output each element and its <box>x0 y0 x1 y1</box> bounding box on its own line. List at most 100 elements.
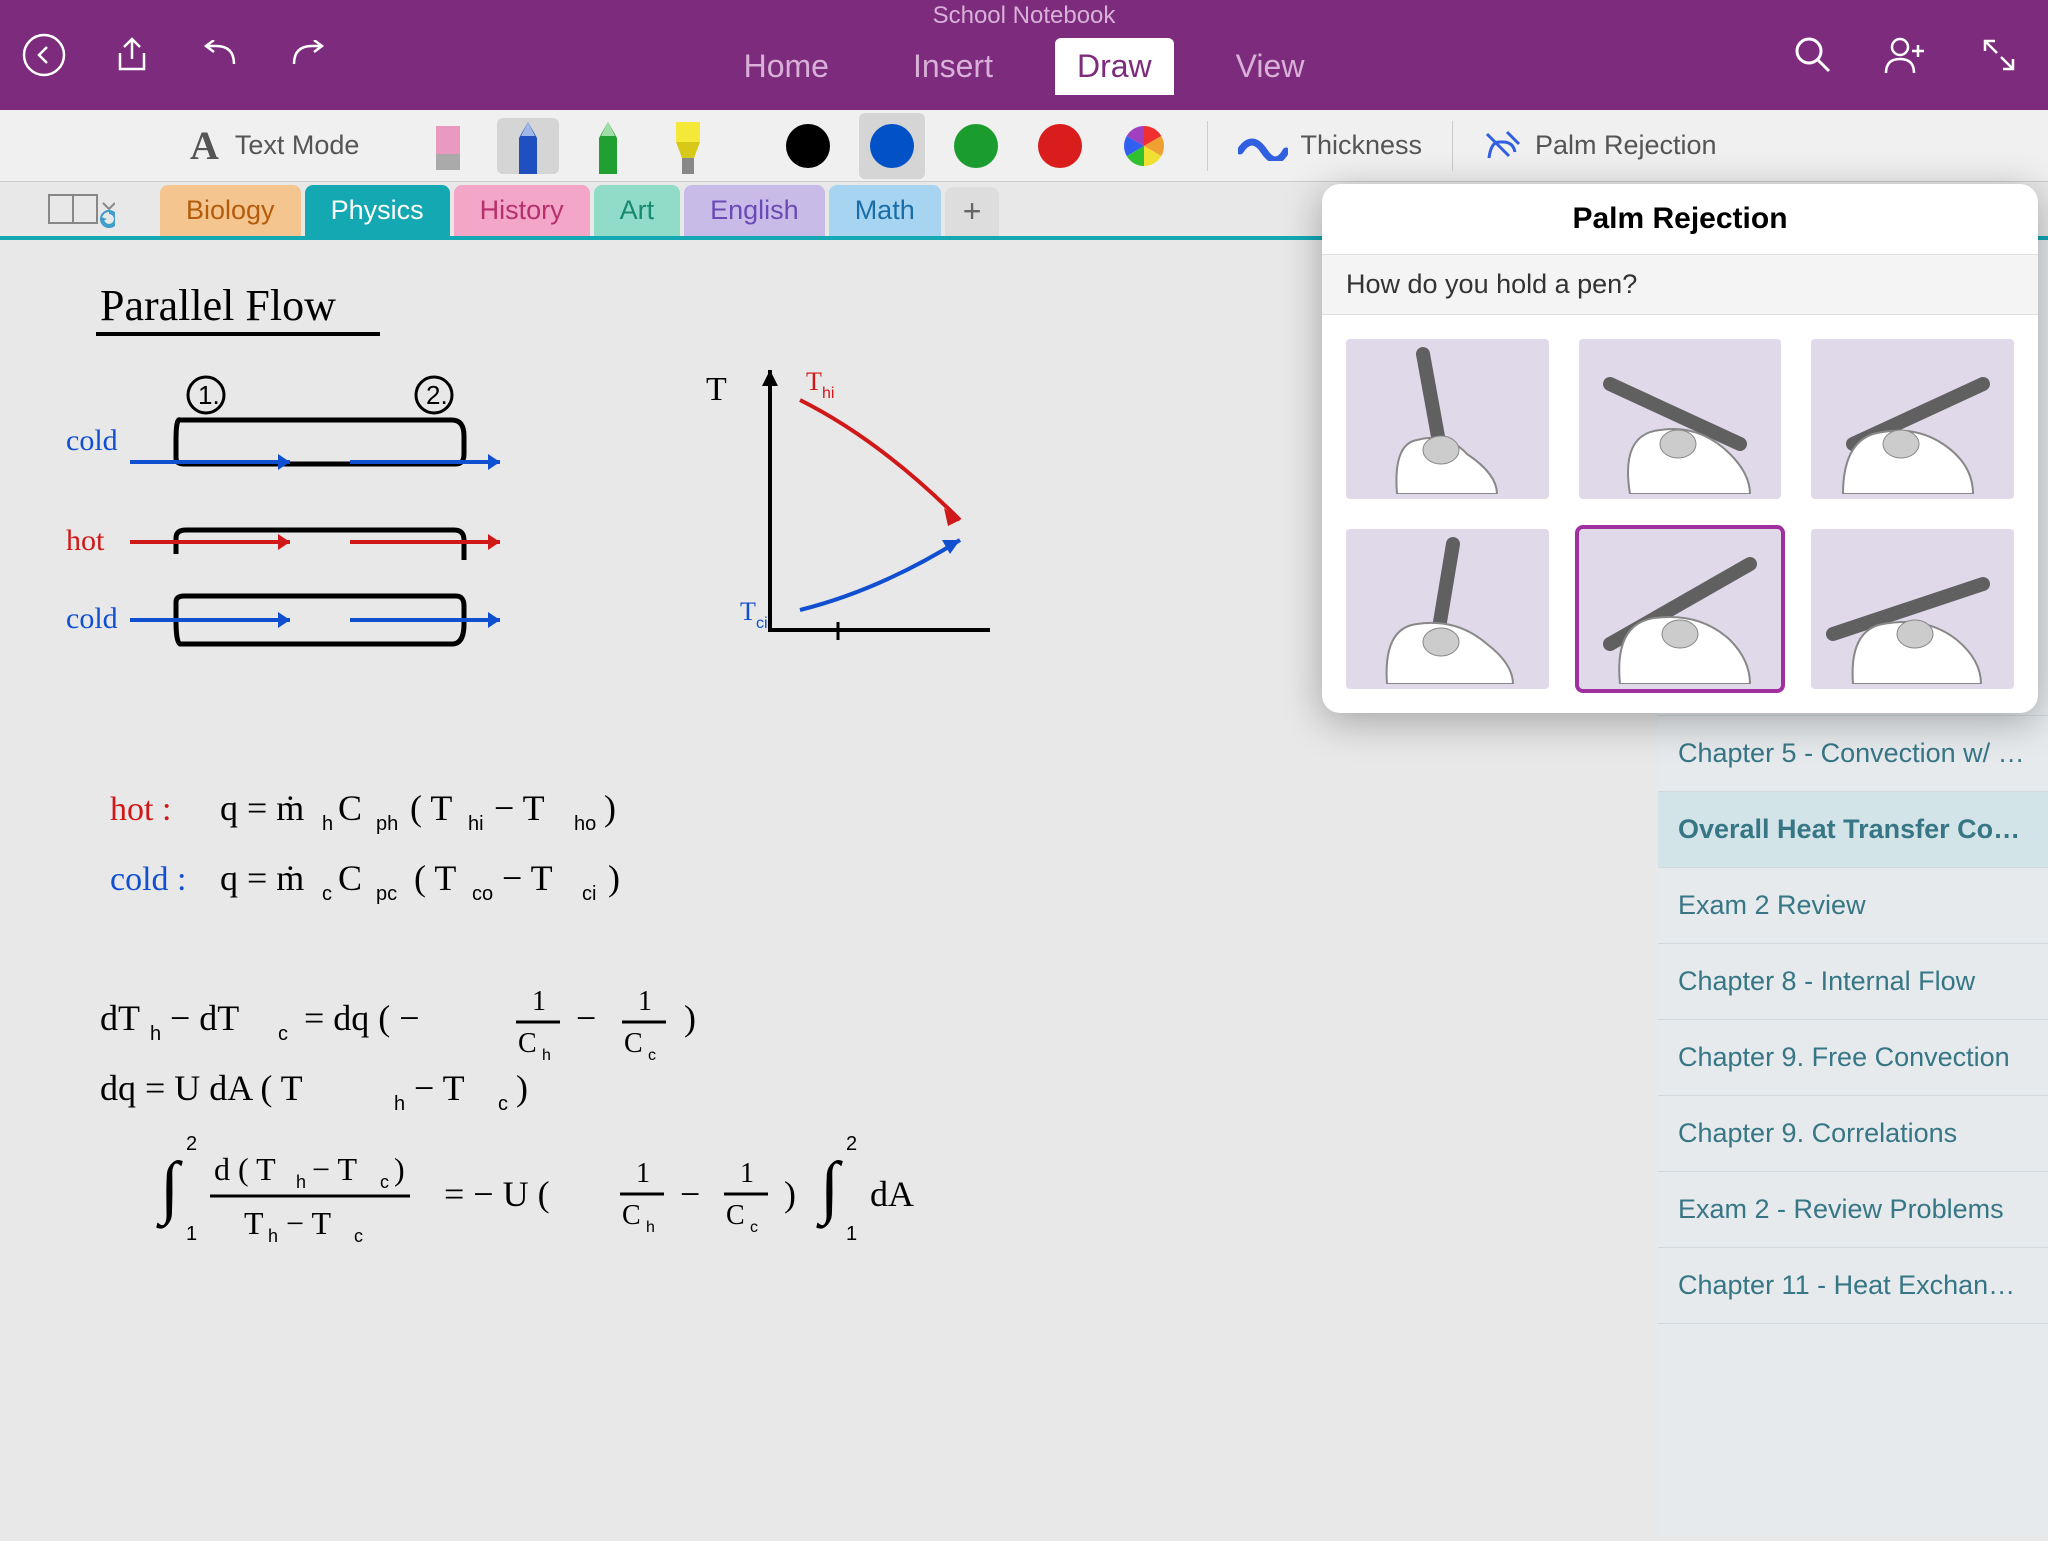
palm-label: Palm Rejection <box>1535 130 1717 161</box>
section-physics[interactable]: Physics <box>305 185 450 236</box>
add-person-icon[interactable] <box>1882 31 1930 79</box>
svg-text:c: c <box>354 1226 363 1246</box>
svg-text:h: h <box>150 1023 161 1045</box>
color-black[interactable] <box>786 124 830 168</box>
svg-text:): ) <box>784 1174 796 1214</box>
section-tab-english[interactable]: English <box>684 185 825 236</box>
highlighter-tool[interactable] <box>657 118 719 174</box>
svg-text:ci: ci <box>582 883 596 905</box>
svg-text:cold: cold <box>66 424 118 457</box>
page-item[interactable]: Chapter 9. Free Convection <box>1658 1020 2048 1096</box>
svg-text:T: T <box>244 1205 264 1241</box>
svg-text:hi: hi <box>468 813 484 835</box>
tab-insert[interactable]: Insert <box>891 38 1015 95</box>
svg-text:2: 2 <box>186 1133 197 1155</box>
tab-draw[interactable]: Draw <box>1055 38 1174 95</box>
svg-text:∫: ∫ <box>156 1149 183 1229</box>
svg-text:c: c <box>322 883 332 905</box>
svg-text:2: 2 <box>846 1133 857 1155</box>
svg-text:): ) <box>608 858 620 898</box>
grip-option-2[interactable] <box>1579 339 1782 499</box>
palm-rejection-button[interactable]: Palm Rejection <box>1483 128 1717 164</box>
svg-text:T: T <box>740 597 756 626</box>
header-left-icons <box>0 31 332 79</box>
page-item[interactable]: Exam 2 - Review Problems <box>1658 1172 2048 1248</box>
page-item[interactable]: Exam 2 Review <box>1658 868 2048 944</box>
page-item-current[interactable]: Overall Heat Transfer Coe… <box>1658 792 2048 868</box>
color-wheel-icon[interactable] <box>1111 113 1177 179</box>
redo-icon[interactable] <box>284 31 332 79</box>
back-icon[interactable] <box>20 31 68 79</box>
svg-text:1: 1 <box>186 1223 197 1245</box>
svg-text:C: C <box>726 1200 745 1231</box>
section-tab-math[interactable]: Math <box>829 185 941 236</box>
svg-text:( T: ( T <box>410 788 452 828</box>
svg-text:T: T <box>806 367 822 396</box>
svg-text:h: h <box>646 1219 655 1236</box>
svg-text:h: h <box>268 1226 278 1246</box>
tab-home[interactable]: Home <box>722 38 851 95</box>
svg-text:dq = U dA ( T: dq = U dA ( T <box>100 1068 303 1108</box>
svg-text:( T: ( T <box>414 858 456 898</box>
grip-option-6[interactable] <box>1811 529 2014 689</box>
search-icon[interactable] <box>1789 31 1837 79</box>
fullscreen-icon[interactable] <box>1975 31 2023 79</box>
svg-text:1: 1 <box>532 986 546 1017</box>
svg-text:T: T <box>706 371 727 408</box>
svg-text:C: C <box>622 1200 641 1231</box>
ribbon-tabs: Home Insert Draw View <box>674 38 1374 95</box>
svg-text:ho: ho <box>574 813 596 835</box>
svg-text:h: h <box>542 1047 551 1064</box>
page-item[interactable]: Chapter 8 - Internal Flow <box>1658 944 2048 1020</box>
grip-option-5-selected[interactable] <box>1579 529 1782 689</box>
page-item[interactable]: Chapter 11 - Heat Exchangers <box>1658 1248 2048 1324</box>
svg-text:− T: − T <box>502 858 553 898</box>
svg-text:h: h <box>296 1172 306 1192</box>
svg-text:cold :: cold : <box>110 861 186 898</box>
section-tab-history[interactable]: History <box>454 185 590 236</box>
svg-text:1: 1 <box>638 986 652 1017</box>
svg-text:h: h <box>394 1093 405 1115</box>
svg-text:c: c <box>380 1172 389 1192</box>
undo-icon[interactable] <box>196 31 244 79</box>
svg-text:1: 1 <box>636 1158 650 1189</box>
grip-option-4[interactable] <box>1346 529 1549 689</box>
svg-text:d ( T: d ( T <box>214 1151 276 1187</box>
svg-text:ph: ph <box>376 813 398 835</box>
grip-option-1[interactable] <box>1346 339 1549 499</box>
svg-text:∫: ∫ <box>816 1149 843 1229</box>
pen-blue-tool[interactable] <box>497 118 559 174</box>
svg-text:hot: hot <box>66 524 105 557</box>
section-biology[interactable]: Biology <box>160 185 301 236</box>
svg-text:h: h <box>322 813 333 835</box>
svg-text:− T: − T <box>494 788 545 828</box>
eraser-tool[interactable] <box>417 118 479 174</box>
svg-text:pc: pc <box>376 883 397 905</box>
svg-text:− T: − T <box>312 1151 357 1187</box>
notebook-dropdown-icon[interactable] <box>0 182 160 236</box>
svg-text:C: C <box>338 788 362 828</box>
share-icon[interactable] <box>108 31 156 79</box>
svg-text:): ) <box>604 788 616 828</box>
color-green[interactable] <box>954 124 998 168</box>
grip-options <box>1322 315 2038 713</box>
color-blue[interactable] <box>870 124 914 168</box>
svg-text:−: − <box>576 998 596 1038</box>
svg-text:1: 1 <box>846 1223 857 1245</box>
svg-text:ci: ci <box>756 615 768 632</box>
svg-text:hi: hi <box>822 385 834 402</box>
section-tab-art[interactable]: Art <box>594 185 681 236</box>
grip-option-3[interactable] <box>1811 339 2014 499</box>
thickness-button[interactable]: Thickness <box>1238 130 1422 161</box>
svg-text:): ) <box>394 1151 405 1187</box>
tab-view[interactable]: View <box>1214 38 1327 95</box>
svg-text:hot :: hot : <box>110 791 171 828</box>
add-section-button[interactable]: + <box>945 187 1000 236</box>
pen-green-tool[interactable] <box>577 118 639 174</box>
draw-toolbar: A Text Mode Thickness Palm Rejection <box>0 110 2048 182</box>
color-red[interactable] <box>1038 124 1082 168</box>
palm-icon <box>1483 128 1523 164</box>
text-mode-button[interactable]: A Text Mode <box>190 122 359 169</box>
page-item[interactable]: Chapter 5 - Convection w/ Int… <box>1658 715 2048 792</box>
page-item[interactable]: Chapter 9. Correlations <box>1658 1096 2048 1172</box>
